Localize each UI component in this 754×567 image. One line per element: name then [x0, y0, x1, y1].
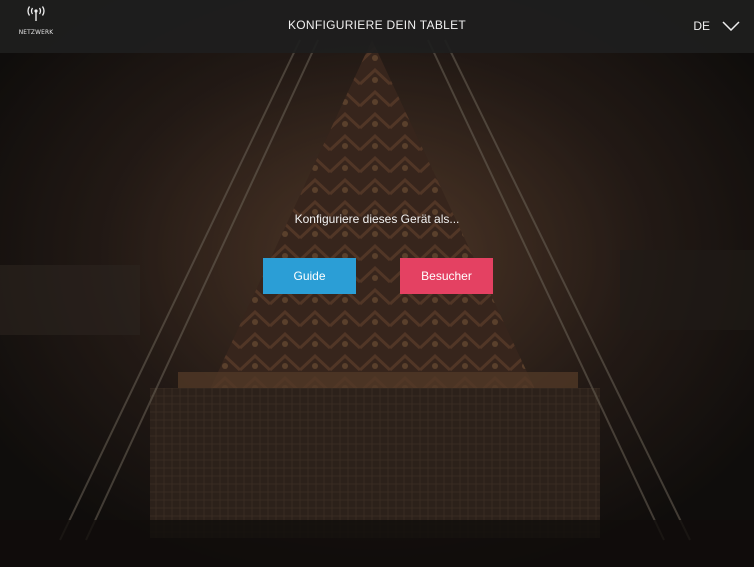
- top-bar: NETZWERK KONFIGURIERE DEIN TABLET DE: [0, 0, 754, 53]
- language-selector[interactable]: DE: [693, 14, 740, 38]
- page-title: KONFIGURIERE DEIN TABLET: [287, 18, 467, 32]
- language-code: DE: [693, 19, 710, 33]
- visitor-button[interactable]: Besucher: [400, 258, 493, 294]
- chevron-down-icon: [722, 21, 740, 31]
- background-image: [0, 0, 754, 567]
- guide-button[interactable]: Guide: [263, 258, 356, 294]
- configure-prompt: Konfiguriere dieses Gerät als...: [294, 212, 460, 226]
